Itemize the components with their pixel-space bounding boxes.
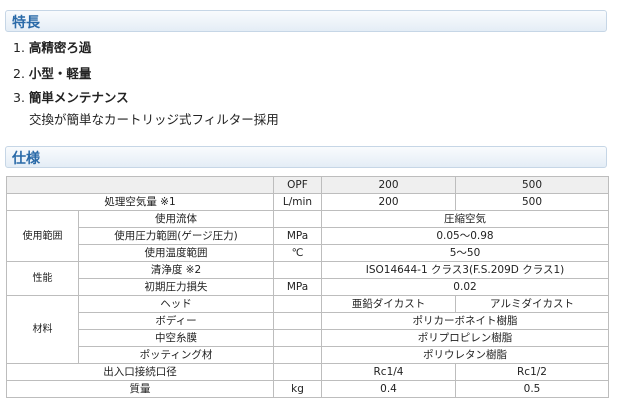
header-model-cell: OPF (273, 176, 322, 194)
table-row: ポッティング材 ポリウレタン樹脂 (7, 346, 609, 364)
table-row: 使用温度範囲 ℃ 5～50 (7, 244, 609, 262)
row-label: 出入口接続口径 (6, 363, 274, 381)
row-label: ヘッド (78, 295, 274, 313)
unit-cell (273, 261, 322, 279)
header-size-200: 200 (321, 176, 456, 194)
value-cell: 亜鉛ダイカスト (321, 295, 456, 313)
spec-table: OPF 200 500 処理空気量 ※1 L/min 200 500 使用範囲 … (6, 176, 609, 398)
value-cell: アルミダイカスト (455, 295, 609, 313)
value-cell: 0.5 (455, 380, 609, 398)
row-label: 初期圧力損失 (78, 278, 274, 296)
feature-description: 交換が簡単なカートリッジ式フィルター採用 (29, 112, 279, 127)
unit-cell: kg (273, 380, 322, 398)
table-row: 材料 ヘッド 亜鉛ダイカスト アルミダイカスト (6, 295, 609, 364)
feature-item-1: 1. 高精密ろ過 (13, 40, 91, 56)
row-label: ポッティング材 (78, 346, 274, 364)
table-row: 出入口接続口径 Rc1/4 Rc1/2 (6, 363, 609, 381)
value-cell: 0.02 (321, 278, 609, 296)
features-heading: 特長 (12, 15, 40, 31)
value-cell: 0.4 (321, 380, 456, 398)
row-label: 使用流体 (78, 210, 274, 228)
value-cell: 圧縮空気 (321, 210, 609, 228)
header-size-500: 500 (455, 176, 609, 194)
value-cell: Rc1/2 (455, 363, 609, 381)
unit-cell (273, 312, 322, 330)
table-row: 質量 kg 0.4 0.5 (6, 380, 609, 398)
table-row: 中空糸膜 ポリプロピレン樹脂 (7, 329, 609, 347)
unit-cell: L/min (273, 193, 322, 211)
value-cell: 5～50 (321, 244, 609, 262)
row-label: 質量 (6, 380, 274, 398)
feature-number: 1. (13, 40, 25, 55)
table-row: 処理空気量 ※1 L/min 200 500 (6, 193, 609, 211)
value-cell: ポリカーボネイト樹脂 (321, 312, 609, 330)
unit-cell (273, 210, 322, 228)
table-row: 使用範囲 使用流体 圧縮空気 (6, 210, 609, 262)
specs-heading-bar: 仕様 (5, 146, 607, 168)
features-heading-bar: 特長 (5, 10, 607, 32)
table-row: 初期圧力損失 MPa 0.02 (7, 278, 609, 296)
feature-number: 3. (13, 90, 25, 105)
value-cell: 200 (321, 193, 456, 211)
row-label: 使用温度範囲 (78, 244, 274, 262)
group-label-performance: 性能 (6, 261, 79, 296)
group-label-usage: 使用範囲 (6, 210, 79, 262)
value-cell: 500 (455, 193, 609, 211)
specs-heading: 仕様 (12, 151, 40, 167)
unit-cell (273, 346, 322, 364)
value-cell: 0.05～0.98 (321, 227, 609, 245)
row-label: ボディー (78, 312, 274, 330)
unit-cell: MPa (273, 227, 322, 245)
feature-text: 高精密ろ過 (28, 40, 92, 55)
table-header-row: OPF 200 500 (6, 176, 609, 194)
value-cell: ポリウレタン樹脂 (321, 346, 609, 364)
table-row: 使用圧力範囲(ゲージ圧力) MPa 0.05～0.98 (7, 227, 609, 245)
unit-cell (273, 363, 322, 381)
group-label-materials: 材料 (6, 295, 79, 364)
unit-cell: MPa (273, 278, 322, 296)
row-label: 使用圧力範囲(ゲージ圧力) (78, 227, 274, 245)
row-label: 清浄度 ※2 (78, 261, 274, 279)
row-label: 処理空気量 ※1 (6, 193, 274, 211)
unit-cell (273, 295, 322, 313)
feature-item-3: 3. 簡単メンテナンス (13, 90, 129, 106)
value-cell: ポリプロピレン樹脂 (321, 329, 609, 347)
unit-cell (273, 329, 322, 347)
feature-text: 小型・軽量 (28, 66, 92, 81)
feature-item-2: 2. 小型・軽量 (13, 66, 91, 82)
feature-number: 2. (13, 66, 25, 81)
value-cell: Rc1/4 (321, 363, 456, 381)
table-row: ボディー ポリカーボネイト樹脂 (7, 312, 609, 330)
unit-cell: ℃ (273, 244, 322, 262)
header-blank-cell (6, 176, 274, 194)
table-row: 性能 清浄度 ※2 ISO14644-1 クラス3(F.S.209D クラス1) (6, 261, 609, 296)
feature-text: 簡単メンテナンス (28, 90, 129, 105)
value-cell: ISO14644-1 クラス3(F.S.209D クラス1) (321, 261, 609, 279)
row-label: 中空糸膜 (78, 329, 274, 347)
